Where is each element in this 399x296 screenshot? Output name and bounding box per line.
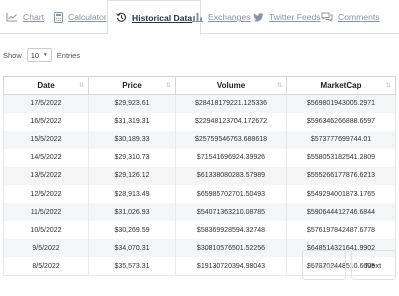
bar-chart-icon bbox=[192, 13, 203, 22]
tab-historical-data-label: Historical Data bbox=[132, 12, 193, 23]
sort-icon: ⇅ bbox=[276, 83, 282, 89]
tab-comments[interactable]: Comments bbox=[321, 0, 380, 34]
cell-volume: $65985702701.50493 bbox=[175, 184, 287, 204]
tab-twitter-feeds[interactable]: Twitter Feeds bbox=[253, 0, 321, 34]
column-header-volume[interactable]: Volume ⇅ bbox=[175, 76, 287, 95]
tab-exchanges-label: Exchanges bbox=[208, 12, 251, 22]
sort-icon: ⇅ bbox=[78, 83, 84, 89]
cell-price: $29,126.12 bbox=[88, 166, 176, 185]
cell-volume: $30810576501.52256 bbox=[175, 239, 287, 258]
cell-price: $28,913.49 bbox=[88, 184, 176, 204]
column-header-marketcap-label: MarketCap bbox=[320, 81, 362, 90]
calculator-icon bbox=[54, 11, 63, 23]
cell-price: $29,310.73 bbox=[88, 148, 176, 167]
table-row: 11/5/2022 $31,026.93 $54071363210.08785 $59… bbox=[3, 203, 396, 222]
cell-marketcap: $569801943005.2971 bbox=[286, 94, 396, 113]
column-header-marketcap[interactable]: MarketCap ⇅ bbox=[286, 76, 396, 95]
cell-marketcap: $555266177876.6213 bbox=[286, 166, 396, 185]
cell-price: $34,070.31 bbox=[88, 239, 176, 258]
cell-date: 17/5/2022 bbox=[3, 94, 89, 113]
next-page-button[interactable]: Next bbox=[351, 250, 396, 280]
tab-chart-label: Chart bbox=[23, 12, 45, 22]
cell-volume: $58369928594.32748 bbox=[175, 221, 287, 240]
column-header-date[interactable]: Date ⇅ bbox=[3, 76, 89, 95]
cell-marketcap: $596346266888.6597 bbox=[286, 112, 396, 131]
table-row: 13/5/2022 $29,126.12 $61338080283.57989 $55… bbox=[3, 166, 396, 185]
chevron-down-icon: ▼ bbox=[42, 52, 48, 58]
previous-page-label: Previous bbox=[309, 260, 339, 270]
table-row: 15/5/2022 $30,189.33 $25759546763.688618 $5… bbox=[3, 130, 396, 149]
comments-icon bbox=[321, 12, 333, 22]
cell-volume: $19130720394.98043 bbox=[175, 257, 287, 276]
entries-label: Entries bbox=[56, 50, 81, 60]
show-label: Show bbox=[3, 50, 22, 60]
cell-price: $29,923.61 bbox=[88, 94, 176, 113]
sort-icon: ⇅ bbox=[165, 83, 171, 89]
cell-marketcap: $576197842487.6778 bbox=[286, 221, 396, 240]
tab-calculator-label: Calculator bbox=[68, 12, 107, 22]
next-page-label: Next bbox=[365, 260, 382, 270]
tab-calculator[interactable]: Calculator bbox=[54, 0, 107, 34]
tab-bar: Chart Calculator Historical Data Exchang… bbox=[0, 0, 399, 35]
cell-marketcap: $558053182541.2809 bbox=[286, 148, 396, 167]
column-header-price[interactable]: Price ⇅ bbox=[88, 76, 176, 95]
cell-date: 12/5/2022 bbox=[3, 184, 89, 204]
column-header-price-label: Price bbox=[122, 81, 142, 90]
tab-exchanges[interactable]: Exchanges bbox=[192, 0, 251, 34]
twitter-icon bbox=[253, 12, 264, 21]
tab-historical-data[interactable]: Historical Data bbox=[107, 0, 202, 35]
cell-marketcap: $549294001873.1765 bbox=[286, 184, 396, 204]
cell-price: $31,026.93 bbox=[88, 203, 176, 222]
cell-date: 8/5/2022 bbox=[3, 257, 89, 276]
table-row: 14/5/2022 $29,310.73 $71541696924.39926 $55… bbox=[3, 148, 396, 167]
table-row: 12/5/2022 $28,913.49 $65985702701.50493 $54… bbox=[3, 184, 396, 204]
tab-twitter-feeds-label: Twitter Feeds bbox=[269, 12, 321, 22]
tab-comments-label: Comments bbox=[338, 12, 380, 22]
cell-marketcap: $573777699744.01 bbox=[286, 130, 396, 149]
history-icon bbox=[116, 12, 126, 22]
line-chart-icon bbox=[6, 13, 17, 22]
entries-select-value: 10 bbox=[30, 50, 40, 60]
entries-select[interactable]: 10 ▼ bbox=[26, 48, 52, 62]
cell-price: $31,319.31 bbox=[88, 112, 176, 131]
tab-chart[interactable]: Chart bbox=[6, 0, 44, 34]
cell-date: 11/5/2022 bbox=[3, 203, 89, 222]
cell-price: $30,189.33 bbox=[88, 130, 176, 149]
table-row: 17/5/2022 $29,923.61 $28418179221.125336 $5… bbox=[3, 94, 396, 113]
table-header-row: Date ⇅ Price ⇅ Volume ⇅ MarketCap ⇅ bbox=[3, 76, 396, 95]
cell-date: 10/5/2022 bbox=[3, 221, 89, 240]
cell-date: 9/5/2022 bbox=[3, 239, 89, 258]
cell-price: $30,269.59 bbox=[88, 221, 176, 240]
cell-date: 13/5/2022 bbox=[3, 166, 89, 185]
cell-price: $35,573.31 bbox=[88, 257, 176, 276]
table-row: 10/5/2022 $30,269.59 $58369928594.32748 $57… bbox=[3, 221, 396, 240]
cell-volume: $22948123704.172672 bbox=[175, 112, 287, 131]
cell-date: 14/5/2022 bbox=[3, 148, 89, 167]
cell-volume: $54071363210.08785 bbox=[175, 203, 287, 222]
entries-length-control: Show 10 ▼ Entries bbox=[3, 47, 80, 63]
column-header-volume-label: Volume bbox=[216, 81, 246, 90]
sort-icon: ⇅ bbox=[385, 83, 391, 89]
historical-data-table: Date ⇅ Price ⇅ Volume ⇅ MarketCap ⇅ 17/5/202… bbox=[3, 76, 396, 276]
cell-volume: $28418179221.125336 bbox=[175, 94, 287, 113]
table-row: 16/5/2022 $31,319.31 $22948123704.172672 $5… bbox=[3, 112, 396, 131]
cell-date: 16/5/2022 bbox=[3, 112, 89, 131]
cell-volume: $71541696924.39926 bbox=[175, 148, 287, 167]
cell-marketcap: $590644412746.6844 bbox=[286, 203, 396, 222]
cell-date: 15/5/2022 bbox=[3, 130, 89, 149]
cell-volume: $61338080283.57989 bbox=[175, 166, 287, 185]
previous-page-button[interactable]: Previous bbox=[302, 250, 346, 280]
cell-volume: $25759546763.688618 bbox=[175, 130, 287, 149]
column-header-date-label: Date bbox=[37, 81, 55, 90]
